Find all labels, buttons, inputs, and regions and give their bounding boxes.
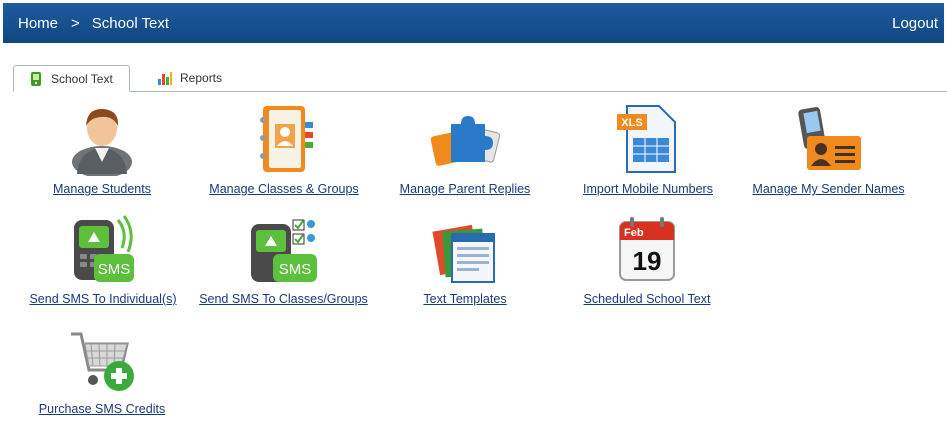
calendar-day: 19 (633, 246, 662, 276)
manage-sender-names-link[interactable]: Manage My Sender Names (746, 104, 911, 196)
xls-file-icon: XLS (617, 105, 676, 173)
manage-students-link[interactable]: Manage Students (42, 104, 162, 196)
item-label: Text Templates (423, 292, 507, 306)
address-book-icon (260, 106, 313, 172)
phone-icon (31, 71, 41, 86)
templates-icon (432, 224, 495, 283)
tab-label: Reports (180, 70, 223, 85)
manage-parent-replies-link[interactable]: Manage Parent Replies (395, 104, 535, 196)
tab-school-text[interactable]: School Text (13, 65, 130, 92)
purchase-sms-credits-link[interactable]: Purchase SMS Credits (32, 324, 172, 416)
cart-plus-icon (71, 332, 134, 391)
scheduled-school-text-link[interactable]: Feb 19 Scheduled School Text (576, 214, 718, 306)
sms-group-icon: SMS (250, 219, 317, 282)
item-label: Send SMS To Classes/Groups (199, 292, 368, 306)
breadcrumb-separator: > (71, 14, 80, 32)
breadcrumb-current: School Text (91, 14, 170, 32)
item-label: Manage Classes & Groups (209, 182, 359, 196)
bar-chart-icon (158, 71, 172, 85)
tab-bar: School Text Reports (13, 65, 947, 92)
item-label: Import Mobile Numbers (583, 182, 713, 196)
tab-reports[interactable]: Reports (143, 65, 233, 90)
breadcrumb-home-link[interactable]: Home (18, 15, 58, 32)
send-sms-individuals-link[interactable]: SMS Send SMS To Individual(s) (25, 214, 181, 306)
item-label: Purchase SMS Credits (38, 402, 166, 416)
tab-label: School Text (51, 71, 113, 86)
send-sms-classes-groups-link[interactable]: SMS Send SMS To Classes/Groups (192, 214, 375, 306)
item-label: Manage Students (53, 182, 151, 196)
item-label: Manage Parent Replies (399, 182, 531, 196)
person-icon (72, 108, 132, 176)
import-mobile-numbers-link[interactable]: XLS Import Mobile Numbers (578, 104, 718, 196)
text-templates-link[interactable]: Text Templates (410, 214, 520, 306)
top-navigation-bar: Home > School Text Logout (3, 3, 944, 43)
manage-classes-groups-link[interactable]: Manage Classes & Groups (203, 104, 365, 196)
puzzle-cards-icon (430, 116, 501, 166)
logout-link[interactable]: Logout (892, 15, 938, 32)
svg-text:SMS: SMS (278, 261, 311, 278)
calendar-icon: Feb 19 (619, 217, 675, 281)
id-card-phone-icon (797, 107, 861, 170)
svg-text:XLS: XLS (621, 117, 642, 129)
svg-text:SMS: SMS (98, 261, 131, 278)
sms-phone-icon: SMS (74, 215, 134, 282)
item-label: Scheduled School Text (583, 292, 711, 306)
calendar-month: Feb (624, 227, 644, 239)
item-label: Manage My Sender Names (752, 182, 905, 196)
item-label: Send SMS To Individual(s) (29, 292, 177, 306)
